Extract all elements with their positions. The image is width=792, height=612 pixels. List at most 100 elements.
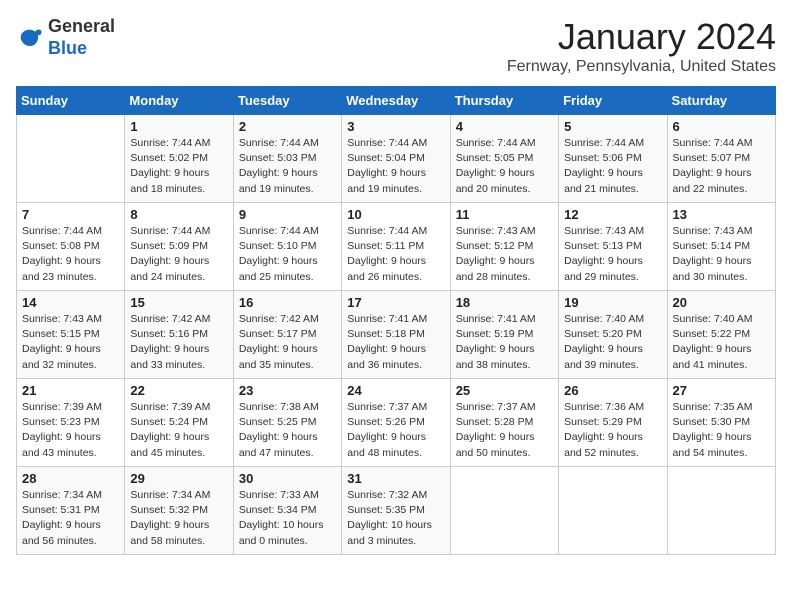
day-info: Sunrise: 7:32 AMSunset: 5:35 PMDaylight:…	[347, 488, 444, 549]
day-number: 20	[673, 295, 770, 310]
weekday-header-wednesday: Wednesday	[342, 87, 450, 115]
day-info: Sunrise: 7:37 AMSunset: 5:26 PMDaylight:…	[347, 400, 444, 461]
logo-blue: Blue	[48, 38, 87, 58]
day-number: 14	[22, 295, 119, 310]
calendar-cell: 27 Sunrise: 7:35 AMSunset: 5:30 PMDayligh…	[667, 379, 775, 467]
day-info: Sunrise: 7:44 AMSunset: 5:07 PMDaylight:…	[673, 136, 770, 197]
day-number: 7	[22, 207, 119, 222]
calendar-cell: 5 Sunrise: 7:44 AMSunset: 5:06 PMDaylight…	[559, 115, 667, 203]
day-number: 27	[673, 383, 770, 398]
day-number: 5	[564, 119, 661, 134]
calendar-cell: 10Sunrise: 7:44 AMSunset: 5:11 PMDayligh…	[342, 203, 450, 291]
day-number: 10	[347, 207, 444, 222]
day-info: Sunrise: 7:40 AMSunset: 5:20 PMDaylight:…	[564, 312, 661, 373]
calendar-week-4: 21Sunrise: 7:39 AMSunset: 5:23 PMDayligh…	[17, 379, 776, 467]
calendar-cell: 9Sunrise: 7:44 AMSunset: 5:10 PMDaylight…	[233, 203, 341, 291]
day-number: 3	[347, 119, 444, 134]
calendar-cell: 21Sunrise: 7:39 AMSunset: 5:23 PMDayligh…	[17, 379, 125, 467]
calendar-cell: 16Sunrise: 7:42 AMSunset: 5:17 PMDayligh…	[233, 291, 341, 379]
weekday-header-saturday: Saturday	[667, 87, 775, 115]
weekday-header-row: SundayMondayTuesdayWednesdayThursdayFrid…	[17, 87, 776, 115]
logo-general: General	[48, 16, 115, 36]
logo-bird-icon	[16, 24, 44, 52]
calendar-cell: 28Sunrise: 7:34 AMSunset: 5:31 PMDayligh…	[17, 467, 125, 555]
weekday-header-monday: Monday	[125, 87, 233, 115]
day-info: Sunrise: 7:42 AMSunset: 5:16 PMDaylight:…	[130, 312, 227, 373]
calendar-cell: 11 Sunrise: 7:43 AMSunset: 5:12 PMDayligh…	[450, 203, 558, 291]
calendar-cell: 20 Sunrise: 7:40 AMSunset: 5:22 PMDayligh…	[667, 291, 775, 379]
calendar-cell: 25 Sunrise: 7:37 AMSunset: 5:28 PMDayligh…	[450, 379, 558, 467]
day-info: Sunrise: 7:43 AMSunset: 5:15 PMDaylight:…	[22, 312, 119, 373]
calendar-cell: 12 Sunrise: 7:43 AMSunset: 5:13 PMDayligh…	[559, 203, 667, 291]
day-number: 11	[456, 207, 553, 222]
day-number: 24	[347, 383, 444, 398]
day-info: Sunrise: 7:44 AMSunset: 5:03 PMDaylight:…	[239, 136, 336, 197]
day-number: 4	[456, 119, 553, 134]
calendar-cell: 22 Sunrise: 7:39 AMSunset: 5:24 PMDayligh…	[125, 379, 233, 467]
day-info: Sunrise: 7:40 AMSunset: 5:22 PMDaylight:…	[673, 312, 770, 373]
weekday-header-sunday: Sunday	[17, 87, 125, 115]
calendar-cell: 1Sunrise: 7:44 AMSunset: 5:02 PMDaylight…	[125, 115, 233, 203]
day-info: Sunrise: 7:43 AMSunset: 5:13 PMDaylight:…	[564, 224, 661, 285]
day-info: Sunrise: 7:33 AMSunset: 5:34 PMDaylight:…	[239, 488, 336, 549]
calendar-cell: 31 Sunrise: 7:32 AMSunset: 5:35 PMDayligh…	[342, 467, 450, 555]
day-info: Sunrise: 7:43 AMSunset: 5:14 PMDaylight:…	[673, 224, 770, 285]
logo: GeneralBlue	[16, 16, 115, 59]
calendar-cell: 7 Sunrise: 7:44 AMSunset: 5:08 PMDaylight…	[17, 203, 125, 291]
day-info: Sunrise: 7:41 AMSunset: 5:18 PMDaylight:…	[347, 312, 444, 373]
day-number: 13	[673, 207, 770, 222]
calendar-cell: 14 Sunrise: 7:43 AMSunset: 5:15 PMDayligh…	[17, 291, 125, 379]
calendar-cell: 26Sunrise: 7:36 AMSunset: 5:29 PMDayligh…	[559, 379, 667, 467]
calendar-cell: 29Sunrise: 7:34 AMSunset: 5:32 PMDayligh…	[125, 467, 233, 555]
day-number: 26	[564, 383, 661, 398]
day-info: Sunrise: 7:38 AMSunset: 5:25 PMDaylight:…	[239, 400, 336, 461]
calendar-subtitle: Fernway, Pennsylvania, United States	[507, 58, 776, 76]
calendar-cell: 6Sunrise: 7:44 AMSunset: 5:07 PMDaylight…	[667, 115, 775, 203]
day-info: Sunrise: 7:34 AMSunset: 5:31 PMDaylight:…	[22, 488, 119, 549]
calendar-cell: 13 Sunrise: 7:43 AMSunset: 5:14 PMDayligh…	[667, 203, 775, 291]
day-number: 12	[564, 207, 661, 222]
day-info: Sunrise: 7:44 AMSunset: 5:09 PMDaylight:…	[130, 224, 227, 285]
calendar-cell: 24 Sunrise: 7:37 AMSunset: 5:26 PMDayligh…	[342, 379, 450, 467]
calendar-cell: 2 Sunrise: 7:44 AMSunset: 5:03 PMDaylight…	[233, 115, 341, 203]
calendar-week-2: 7 Sunrise: 7:44 AMSunset: 5:08 PMDaylight…	[17, 203, 776, 291]
calendar-table: SundayMondayTuesdayWednesdayThursdayFrid…	[16, 86, 776, 555]
day-number: 19	[564, 295, 661, 310]
day-info: Sunrise: 7:43 AMSunset: 5:12 PMDaylight:…	[456, 224, 553, 285]
day-info: Sunrise: 7:35 AMSunset: 5:30 PMDaylight:…	[673, 400, 770, 461]
day-info: Sunrise: 7:37 AMSunset: 5:28 PMDaylight:…	[456, 400, 553, 461]
day-info: Sunrise: 7:42 AMSunset: 5:17 PMDaylight:…	[239, 312, 336, 373]
day-number: 25	[456, 383, 553, 398]
day-number: 22	[130, 383, 227, 398]
calendar-cell: 4 Sunrise: 7:44 AMSunset: 5:05 PMDaylight…	[450, 115, 558, 203]
weekday-header-tuesday: Tuesday	[233, 87, 341, 115]
day-number: 30	[239, 471, 336, 486]
day-number: 2	[239, 119, 336, 134]
day-info: Sunrise: 7:44 AMSunset: 5:02 PMDaylight:…	[130, 136, 227, 197]
calendar-week-5: 28Sunrise: 7:34 AMSunset: 5:31 PMDayligh…	[17, 467, 776, 555]
logo-text-block: GeneralBlue	[48, 16, 115, 59]
day-number: 15	[130, 295, 227, 310]
day-info: Sunrise: 7:44 AMSunset: 5:06 PMDaylight:…	[564, 136, 661, 197]
day-number: 23	[239, 383, 336, 398]
calendar-cell: 18 Sunrise: 7:41 AMSunset: 5:19 PMDayligh…	[450, 291, 558, 379]
calendar-cell: 30 Sunrise: 7:33 AMSunset: 5:34 PMDayligh…	[233, 467, 341, 555]
calendar-cell: 15 Sunrise: 7:42 AMSunset: 5:16 PMDayligh…	[125, 291, 233, 379]
day-number: 18	[456, 295, 553, 310]
calendar-week-1: 1Sunrise: 7:44 AMSunset: 5:02 PMDaylight…	[17, 115, 776, 203]
day-info: Sunrise: 7:44 AMSunset: 5:04 PMDaylight:…	[347, 136, 444, 197]
calendar-cell: 17 Sunrise: 7:41 AMSunset: 5:18 PMDayligh…	[342, 291, 450, 379]
day-info: Sunrise: 7:44 AMSunset: 5:10 PMDaylight:…	[239, 224, 336, 285]
weekday-header-friday: Friday	[559, 87, 667, 115]
calendar-cell	[450, 467, 558, 555]
day-number: 31	[347, 471, 444, 486]
calendar-cell	[559, 467, 667, 555]
day-number: 17	[347, 295, 444, 310]
day-info: Sunrise: 7:44 AMSunset: 5:05 PMDaylight:…	[456, 136, 553, 197]
day-info: Sunrise: 7:41 AMSunset: 5:19 PMDaylight:…	[456, 312, 553, 373]
day-info: Sunrise: 7:39 AMSunset: 5:24 PMDaylight:…	[130, 400, 227, 461]
day-info: Sunrise: 7:44 AMSunset: 5:08 PMDaylight:…	[22, 224, 119, 285]
weekday-header-thursday: Thursday	[450, 87, 558, 115]
calendar-cell	[17, 115, 125, 203]
day-info: Sunrise: 7:34 AMSunset: 5:32 PMDaylight:…	[130, 488, 227, 549]
